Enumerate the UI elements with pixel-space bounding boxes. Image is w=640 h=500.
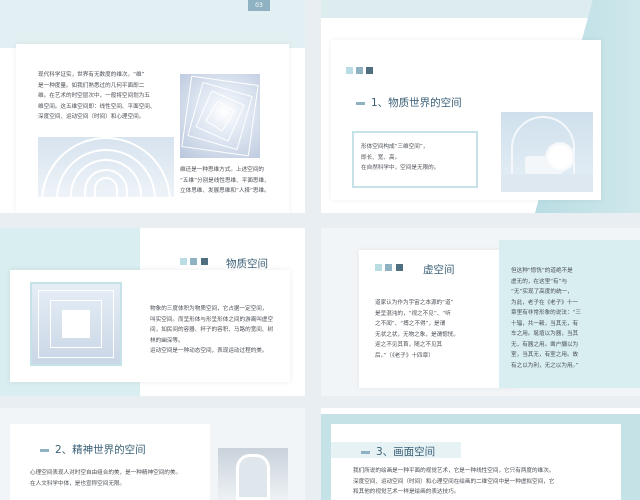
accent-square-3 xyxy=(201,258,208,265)
slide-5[interactable]: 2、精神世界的空间 心理空间表现人对时空自由组合的美，是一种精神空间的美。 在人… xyxy=(0,408,305,500)
heading-bar-icon xyxy=(356,101,365,105)
arch-tunnel-photo xyxy=(38,137,174,197)
left-text: 道家认为作为宇宙之本源的“道” 是呈混沌的，“视之不见”、“听 之不闻”、“搏之… xyxy=(375,300,459,359)
spiral-tunnel-photo xyxy=(180,74,260,158)
accent-square-1 xyxy=(375,264,382,271)
section-heading: 1、物质世界的空间 xyxy=(356,95,462,110)
right-text: 但这种“惚恍”的道绝不是 虚无的，在这里“有”与 “无”实现了高度的统一， 为此… xyxy=(511,268,582,369)
section-heading: 3、画面空间 xyxy=(361,444,435,459)
accent-square-1 xyxy=(346,67,353,74)
accent-square-3 xyxy=(396,264,403,271)
slide-3[interactable]: 物质空间 物象的三度体积为物质空间，它占据一定空间， 叫实空间。而呈形体与形呈形… xyxy=(0,228,305,396)
slide-4[interactable]: 虚空间 道家认为作为宇宙之本源的“道” 是呈混沌的，“视之不见”、“听 之不闻”… xyxy=(321,228,640,396)
accent-square-1 xyxy=(180,258,187,265)
heading-bar-icon xyxy=(40,448,49,452)
corridor-photo xyxy=(30,282,122,366)
room-photo xyxy=(501,112,593,192)
accent-square-3 xyxy=(366,67,373,74)
body-text: 物象的三度体积为物质空间，它占据一定空间， 叫实空间。而呈形体与形呈形体之间的游… xyxy=(150,306,274,354)
section-heading: 虚空间 xyxy=(423,264,455,276)
section-heading: 物质空间 xyxy=(226,258,268,270)
body-text: 心理空间表现人对时空自由组合的美，是一种精神空间的美。 在人文科学中体，是也宣称… xyxy=(30,470,182,487)
intro-paragraph: 现代科学证实，世界有无数度的维次。“维” 是一种度量。如我们熟悉过的几何平面即二… xyxy=(38,72,156,120)
accent-square-2 xyxy=(356,67,363,74)
slide-6[interactable]: 3、画面空间 我们所说的绘画是一种平面的视觉艺术，它是一种线性空间，它只有两度的… xyxy=(321,408,640,500)
accent-square-2 xyxy=(385,264,392,271)
frame-text: 形体空间构成“三维空间”， 即长、宽、高。 在自然科学中，空间是无限的。 xyxy=(361,144,440,171)
section-heading: 2、精神世界的空间 xyxy=(40,442,146,457)
caption-paragraph: 维还是一种思维方式。上述空间的 “五维”分别是线性思维、平面思维、 立体思维、发… xyxy=(180,167,270,194)
slide-2[interactable]: 1、物质世界的空间 形体空间构成“三维空间”， 即长、宽、高。 在自然科学中，空… xyxy=(321,0,640,213)
slide-1[interactable]: 03 现代科学证实，世界有无数度的维次。“维” 是一种度量。如我们熟悉过的几何平… xyxy=(0,0,305,213)
page-number: 03 xyxy=(248,0,270,11)
heading-bar-icon xyxy=(361,450,370,454)
body-text: 我们所说的绘画是一种平面的视觉艺术，它是一种线性空间，它只有两度的维次。 深度空… xyxy=(353,468,555,495)
accent-square-2 xyxy=(190,258,197,265)
portal-photo xyxy=(218,448,288,500)
